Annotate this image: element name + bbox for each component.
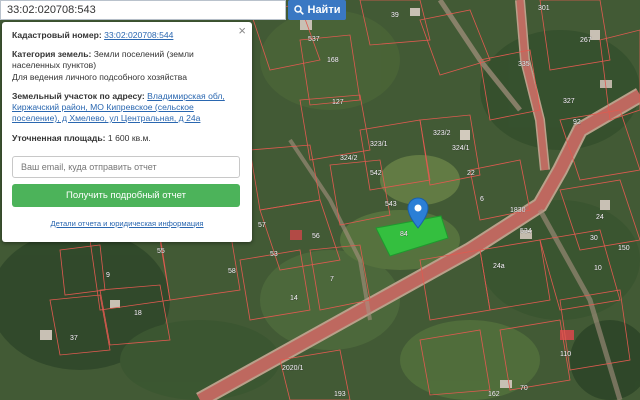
land-usage-row: Для ведения личного подсобного хозяйства (12, 72, 242, 83)
cadastral-number-label: Кадастровый номер: (12, 30, 102, 40)
parcel-label: 327 (563, 98, 575, 105)
cadastral-search-bar[interactable] (0, 0, 286, 20)
cadastral-number-link[interactable]: 33:02:020708:544 (104, 30, 173, 40)
area-row: Уточненная площадь: 1 600 кв.м. (12, 133, 242, 144)
parcel-label: 110 (560, 351, 571, 358)
parcel-label: 543 (385, 201, 397, 208)
parcel-label: 14 (290, 295, 298, 302)
email-input[interactable] (12, 156, 240, 178)
parcel-label: 193 (334, 391, 346, 398)
parcel-label: 10 (594, 265, 602, 272)
parcel-label: 30 (590, 235, 598, 242)
land-category-label: Категория земель: (12, 49, 92, 59)
land-category-row: Категория земель: Земли поселений (земли… (12, 49, 242, 71)
parcel-label: 267 (580, 37, 592, 44)
search-icon (293, 5, 304, 15)
address-row: Земельный участок по адресу: Владимирска… (12, 91, 242, 124)
parcel-label: 6 (480, 196, 484, 203)
cadastral-number-row: Кадастровый номер: 33:02:020708:544 (12, 30, 242, 41)
cadastral-search-input[interactable] (7, 4, 285, 16)
get-report-button[interactable]: Получить подробный отчет (12, 184, 240, 207)
parcel-label: 7 (330, 276, 334, 283)
parcel-label: 324/2 (340, 155, 358, 162)
parcel-label: 18 (134, 310, 142, 317)
parcel-label: 542 (370, 170, 382, 177)
parcel-label: 56 (312, 233, 320, 240)
parcel-label: 57 (258, 222, 266, 229)
parcel-info-panel: × Кадастровый номер: 33:02:020708:544 Ка… (2, 22, 252, 242)
parcel-label: 323/2 (433, 130, 451, 137)
land-usage-value: Для ведения личного подсобного хозяйства (12, 72, 187, 82)
area-value: 1 600 кв.м. (107, 133, 151, 143)
parcel-label: 324/1 (452, 145, 470, 152)
search-button[interactable]: Найти (288, 0, 346, 20)
parcel-label: 323/1 (370, 141, 388, 148)
parcel-label: 39 (391, 12, 399, 19)
parcel-label: 534 (520, 228, 532, 235)
parcel-label: 58 (228, 268, 236, 275)
parcel-label: 9 (106, 272, 110, 279)
parcel-label: 1830 (510, 207, 526, 214)
report-details-link[interactable]: Детали отчета и юридическая информация (2, 218, 252, 229)
parcel-label: 92 (573, 119, 581, 126)
parcel-label: 168 (327, 57, 339, 64)
parcel-label: 127 (332, 99, 344, 106)
parcel-label: 162 (488, 391, 500, 398)
area-label: Уточненная площадь: (12, 133, 106, 143)
parcel-label: 22 (467, 170, 475, 177)
parcel-label: 24а (493, 263, 505, 270)
get-report-button-label: Получить подробный отчет (66, 190, 186, 201)
parcel-label: 537 (308, 36, 320, 43)
parcel-label: 2020/1 (282, 365, 304, 372)
address-label: Земельный участок по адресу: (12, 91, 145, 101)
parcel-label: 150 (618, 245, 630, 252)
parcel-label: 301 (538, 5, 550, 12)
parcel-label: 335 (518, 61, 530, 68)
parcel-label: 53 (270, 251, 278, 258)
parcel-label: 70 (520, 385, 528, 392)
selected-parcel-label: 84 (400, 231, 408, 238)
parcel-label: 37 (70, 335, 78, 342)
search-button-label: Найти (307, 4, 341, 16)
parcel-label: 24 (596, 214, 604, 221)
parcel-label: 55 (157, 248, 165, 255)
